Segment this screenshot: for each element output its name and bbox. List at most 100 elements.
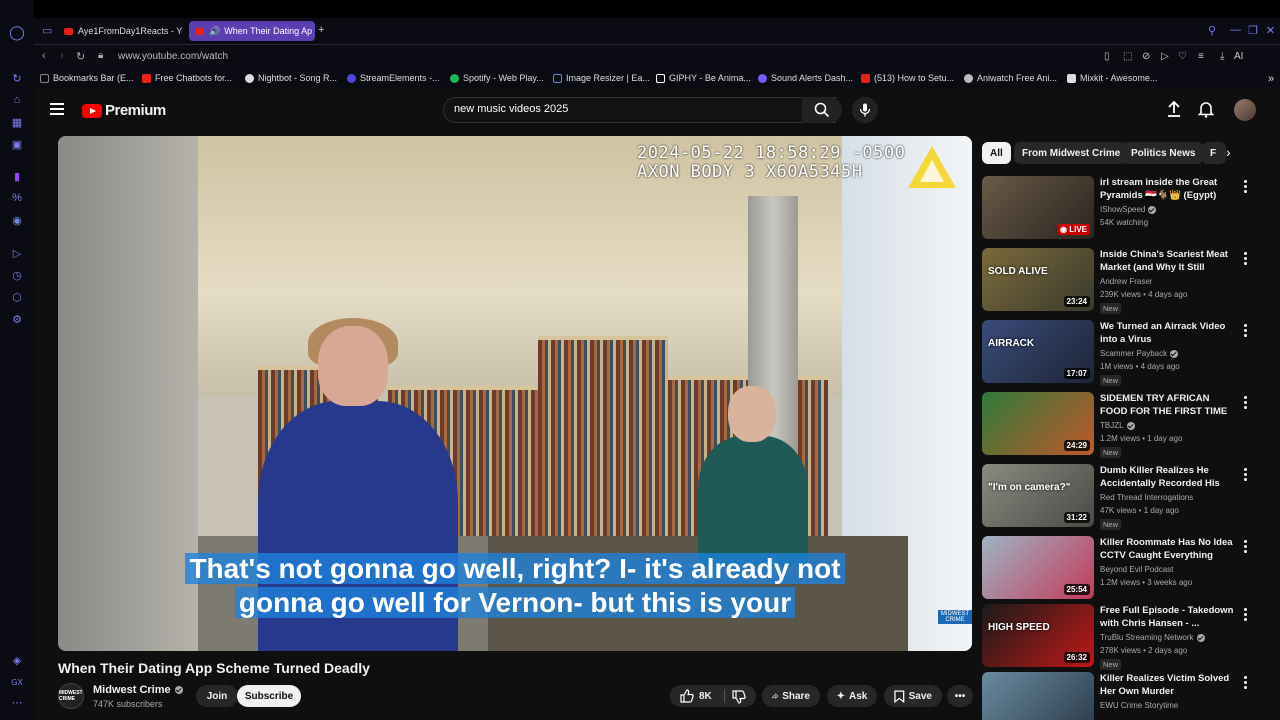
extensions-icon[interactable]: ⬡ (9, 289, 25, 305)
voice-search-button[interactable] (852, 97, 878, 123)
more-actions-button[interactable]: ••• (947, 685, 973, 707)
more-vertical-icon[interactable] (1240, 674, 1250, 691)
channel-name[interactable]: Midwest Crime (93, 684, 183, 696)
video-thumbnail[interactable]: "I'm on camera?" 31:22 (982, 464, 1094, 527)
chips-next-icon[interactable]: › (1226, 144, 1231, 160)
recommended-title[interactable]: Dumb Killer Realizes He Accidentally Rec… (1100, 464, 1238, 490)
video-thumbnail[interactable]: 25:54 (982, 536, 1094, 599)
more-vertical-icon[interactable] (1240, 466, 1250, 483)
recommended-title[interactable]: irl stream inside the Great Pyramids 🇪🇬🐐… (1100, 176, 1238, 202)
bookmark-item[interactable]: Aniwatch Free Ani... (964, 73, 1057, 83)
capture-icon[interactable]: ⬚ (1123, 51, 1132, 62)
video-thumbnail[interactable]: 24:29 (982, 392, 1094, 455)
discord-icon[interactable]: ◉ (9, 212, 25, 228)
video-thumbnail[interactable] (982, 672, 1094, 720)
aria-icon[interactable]: ↻ (9, 70, 25, 86)
url-field[interactable]: www.youtube.com/watch (118, 51, 228, 62)
recommended-channel[interactable]: TBJZL (1100, 421, 1135, 430)
bookmark-item[interactable]: Spotify - Web Play... (450, 73, 544, 83)
recommended-title[interactable]: Killer Realizes Victim Solved Her Own Mu… (1100, 672, 1238, 698)
player-icon[interactable]: ▷ (9, 245, 25, 261)
recommended-channel[interactable]: IShowSpeed (1100, 205, 1157, 214)
opera-logo-icon[interactable]: ◯ (9, 24, 25, 40)
chip-all[interactable]: All (982, 142, 1011, 164)
recommended-video[interactable]: "I'm on camera?" 31:22 Dumb Killer Realize… (982, 464, 1264, 530)
restore-icon[interactable]: ❐ (1248, 24, 1258, 37)
bookmarks-overflow-icon[interactable]: » (1268, 73, 1274, 85)
more-icon[interactable]: ⋯ (9, 694, 25, 710)
back-icon[interactable]: ‹ (42, 50, 46, 62)
tab-overview-icon[interactable]: ▭ (42, 24, 52, 37)
account-avatar[interactable] (1234, 99, 1256, 121)
share-button[interactable]: Share (762, 685, 820, 707)
percent-icon[interactable]: % (9, 190, 25, 206)
recommended-video[interactable]: Killer Realizes Victim Solved Her Own Mu… (982, 672, 1264, 720)
ask-button[interactable]: ✦ Ask (827, 685, 877, 707)
youtube-premium-logo[interactable]: Premium (82, 102, 166, 119)
bookmark-item[interactable]: Free Chatbots for... (142, 73, 232, 83)
bookmark-item[interactable]: StreamElements -... (347, 73, 440, 83)
channel-watermark[interactable]: MIDWEST CRIME (938, 610, 972, 624)
download-icon[interactable]: ⤓ (1220, 51, 1224, 62)
chip-from-midwest-crime[interactable]: From Midwest Crime (1014, 142, 1129, 164)
bookmark-item[interactable]: Bookmarks Bar (E... (40, 73, 134, 83)
forward-icon[interactable]: › (60, 50, 64, 62)
history-icon[interactable]: ◷ (9, 267, 25, 283)
tab-aye1fromday1reacts[interactable]: Aye1FromDay1Reacts - Yo (58, 21, 182, 41)
notifications-bell-icon[interactable] (1198, 100, 1214, 118)
adblock-icon[interactable]: ⊘ (1142, 51, 1150, 62)
recommended-video[interactable]: 25:54 Killer Roommate Has No Idea CCTV Ca… (982, 536, 1264, 602)
twitch-icon[interactable]: ▮ (9, 168, 25, 184)
bookmark-item[interactable]: Image Resizer | Ea... (553, 73, 650, 83)
chip-politics-news[interactable]: Politics News (1123, 142, 1204, 164)
recommended-channel[interactable]: Andrew Fraser (1100, 277, 1152, 286)
more-vertical-icon[interactable] (1240, 178, 1250, 195)
save-button[interactable]: Save (884, 685, 942, 707)
more-vertical-icon[interactable] (1240, 394, 1250, 411)
search-tabs-icon[interactable]: ⚲ (1208, 24, 1216, 37)
workspace-icon[interactable]: ▦ (9, 114, 25, 130)
minimize-icon[interactable]: — (1230, 24, 1241, 36)
recommended-channel[interactable]: Beyond Evil Podcast (1100, 565, 1173, 574)
recommended-video[interactable]: SOLD ALIVE 23:24 Inside China's Scariest M… (982, 248, 1264, 314)
video-player[interactable]: 2024-05-22 18:58:29 -0500 AXON BODY 3 X6… (58, 136, 972, 651)
sidebar-settings-icon[interactable]: ◈ (9, 652, 25, 668)
bookmark-item[interactable]: Sound Alerts Dash... (758, 73, 853, 83)
upload-icon[interactable] (1166, 100, 1182, 118)
video-thumbnail[interactable]: HIGH SPEED 26:32 (982, 604, 1094, 667)
video-thumbnail[interactable]: AIRRACK 17:07 (982, 320, 1094, 383)
more-vertical-icon[interactable] (1240, 322, 1250, 339)
recommended-video[interactable]: HIGH SPEED 26:32 Free Full Episode - Taked… (982, 604, 1264, 670)
messenger-icon[interactable]: ▣ (9, 136, 25, 152)
tab-when-their-dating-app[interactable]: 🔊 When Their Dating Ap (189, 21, 315, 41)
reload-icon[interactable]: ↻ (76, 50, 85, 63)
recommended-title[interactable]: Inside China's Scariest Meat Market (and… (1100, 248, 1238, 274)
bookmark-item[interactable]: Nightbot - Song R... (245, 73, 337, 83)
close-window-icon[interactable]: ✕ (1266, 24, 1275, 37)
favorite-icon[interactable]: ♡ (1178, 51, 1187, 62)
gx-icon[interactable]: GX (9, 674, 25, 690)
more-vertical-icon[interactable] (1240, 250, 1250, 267)
more-vertical-icon[interactable] (1240, 538, 1250, 555)
recommended-title[interactable]: Free Full Episode - Takedown with Chris … (1100, 604, 1238, 630)
bookmark-item[interactable]: (513) How to Setu... (861, 73, 954, 83)
join-button[interactable]: Join (196, 685, 238, 707)
snapshot-icon[interactable]: ▯ (1104, 51, 1110, 62)
more-vertical-icon[interactable] (1240, 606, 1250, 623)
recommended-video[interactable]: 24:29 SIDEMEN TRY AFRICAN FOOD FOR THE FI… (982, 392, 1264, 458)
ai-button[interactable]: AI (1234, 51, 1243, 62)
settings-icon[interactable]: ⚙ (9, 311, 25, 327)
subscribe-button[interactable]: Subscribe (237, 685, 301, 707)
recommended-channel[interactable]: TruBlu Streaming Network (1100, 633, 1205, 642)
new-tab-button[interactable]: + (318, 24, 324, 36)
bookmark-item[interactable]: GIPHY - Be Anima... (656, 73, 751, 83)
video-thumbnail[interactable]: SOLD ALIVE 23:24 (982, 248, 1094, 311)
search-input[interactable] (454, 103, 774, 115)
recommended-channel[interactable]: Red Thread Interrogations (1100, 493, 1193, 502)
recommended-title[interactable]: SIDEMEN TRY AFRICAN FOOD FOR THE FIRST T… (1100, 392, 1238, 418)
search-button[interactable] (802, 97, 842, 123)
guide-menu-icon[interactable] (50, 103, 64, 115)
thumbs-down-icon[interactable] (732, 690, 746, 704)
chip-partial[interactable]: F (1202, 142, 1226, 164)
video-thumbnail[interactable]: ◉ LIVE (982, 176, 1094, 239)
